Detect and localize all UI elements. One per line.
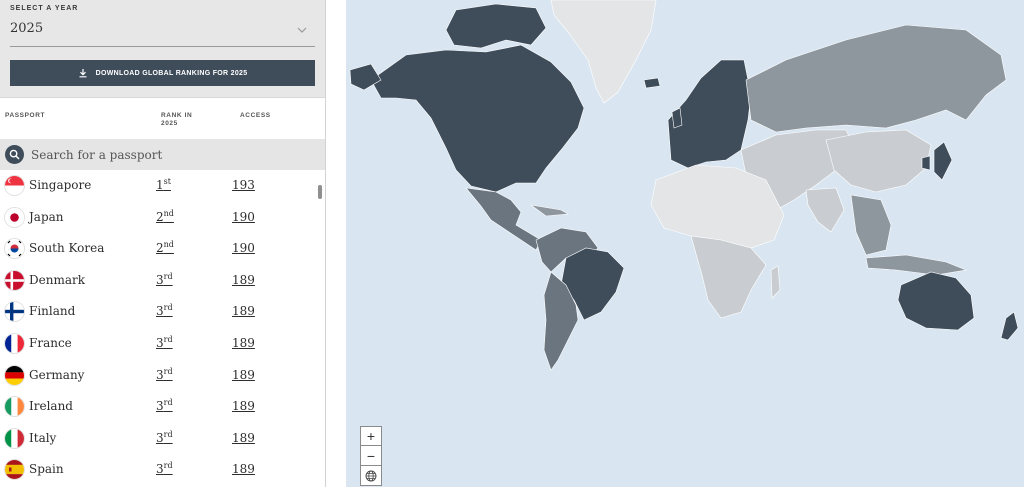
year-select[interactable]: 2025 [10,17,315,47]
scroll-up-arrow-icon[interactable] [317,176,323,190]
zoom-in-button[interactable]: + [360,426,382,446]
year-selector-box: SELECT A YEAR 2025 DOWNLOAD GLOBAL RANKI… [0,0,325,98]
central-america-shape [465,187,542,251]
rank-header-line2: 2025 [161,120,178,127]
new-zealand-shape [1000,311,1019,341]
italy-flag-icon [5,428,24,448]
world-map-svg [349,0,1019,371]
spain-flag-icon [5,460,24,480]
country-name: Singapore [29,178,92,192]
madagascar-shape [770,265,781,299]
korea-shape [921,155,931,171]
china-shape [825,129,932,193]
country-name: France [29,335,72,350]
column-header-access[interactable]: ACCESS [240,112,271,120]
country-name: Ireland [29,399,73,414]
russia-shape [745,24,1007,133]
rank-value[interactable]: 3rd [156,335,173,350]
access-count[interactable]: 189 [232,336,255,350]
list-item[interactable]: South Korea 2nd 190 [0,233,325,265]
rank-value[interactable]: 2nd [156,209,174,224]
rank-value[interactable]: 2nd [156,240,174,255]
download-icon [78,68,88,78]
year-selector-label: SELECT A YEAR [10,5,79,12]
chevron-down-icon [297,20,307,39]
rank-value[interactable]: 3rd [156,303,173,318]
passport-list: Singapore 1st 193 Japan 2nd 190 South Ko… [0,170,325,486]
download-ranking-button[interactable]: DOWNLOAD GLOBAL RANKING FOR 2025 [10,60,315,86]
southeast-asia-shape [850,194,892,256]
rank-value[interactable]: 3rd [156,398,173,413]
country-name: Italy [29,430,57,445]
list-item[interactable]: Denmark 3rd 189 [0,265,325,297]
scrollbar-thumb[interactable] [318,185,322,199]
globe-icon[interactable] [360,466,382,486]
passport-search[interactable]: Search for a passport [0,139,325,170]
list-item[interactable]: Singapore 1st 193 [0,170,325,202]
list-item[interactable]: Finland 3rd 189 [0,296,325,328]
list-item[interactable]: France 3rd 189 [0,328,325,360]
access-count[interactable]: 190 [232,241,255,255]
indonesia-shape [865,254,968,276]
africa-south-shape [690,235,767,319]
map-zoom-controls: + − [360,426,382,486]
access-count[interactable]: 193 [232,178,255,192]
zoom-out-button[interactable]: − [360,446,382,466]
caribbean-shape [530,204,569,217]
rank-value[interactable]: 3rd [156,272,173,287]
iceland-shape [643,77,661,89]
country-name: Spain [29,462,64,477]
rank-value[interactable]: 1st [156,177,171,192]
finland-flag-icon [5,302,24,322]
rank-value[interactable]: 3rd [156,461,173,476]
year-select-value: 2025 [10,21,44,36]
table-header: PASSPORT RANK IN 2025 ACCESS [0,98,325,139]
access-count[interactable]: 190 [232,210,255,224]
north-america-shape [370,44,585,193]
japan-shape [933,141,953,181]
access-count[interactable]: 189 [232,399,255,413]
column-header-passport[interactable]: PASSPORT [5,112,45,120]
list-item[interactable]: Italy 3rd 189 [0,423,325,455]
search-icon [5,145,24,164]
australia-shape [897,271,975,331]
arctic-islands-shape [445,3,547,49]
south-korea-flag-icon [5,239,24,259]
country-name: Finland [29,304,76,319]
search-input[interactable]: Search for a passport [31,148,162,162]
access-count[interactable]: 189 [232,368,255,382]
rank-value[interactable]: 3rd [156,430,173,445]
country-name: Denmark [29,272,85,287]
world-map[interactable] [346,0,1024,487]
rank-header-line1: RANK IN [161,112,193,119]
denmark-flag-icon [5,270,24,290]
ireland-flag-icon [5,397,24,417]
france-flag-icon [5,333,24,353]
country-name: South Korea [29,241,105,256]
list-item[interactable]: Spain 3rd 189 [0,454,325,486]
country-name: Japan [29,209,64,224]
country-name: Germany [29,367,85,382]
japan-flag-icon [5,207,24,227]
india-shape [805,187,845,233]
download-button-label: DOWNLOAD GLOBAL RANKING FOR 2025 [95,69,248,77]
access-count[interactable]: 189 [232,304,255,318]
column-header-rank[interactable]: RANK IN 2025 [161,112,192,128]
uk-shape [671,107,683,129]
access-count[interactable]: 189 [232,462,255,476]
rank-value[interactable]: 3rd [156,367,173,382]
list-item[interactable]: Japan 2nd 190 [0,202,325,234]
list-item[interactable]: Ireland 3rd 189 [0,391,325,423]
ranking-panel: SELECT A YEAR 2025 DOWNLOAD GLOBAL RANKI… [0,0,326,487]
list-scrollbar[interactable] [317,176,323,487]
germany-flag-icon [5,365,24,385]
access-count[interactable]: 189 [232,431,255,445]
list-item[interactable]: Germany 3rd 189 [0,360,325,392]
singapore-flag-icon [5,176,24,195]
access-count[interactable]: 189 [232,273,255,287]
